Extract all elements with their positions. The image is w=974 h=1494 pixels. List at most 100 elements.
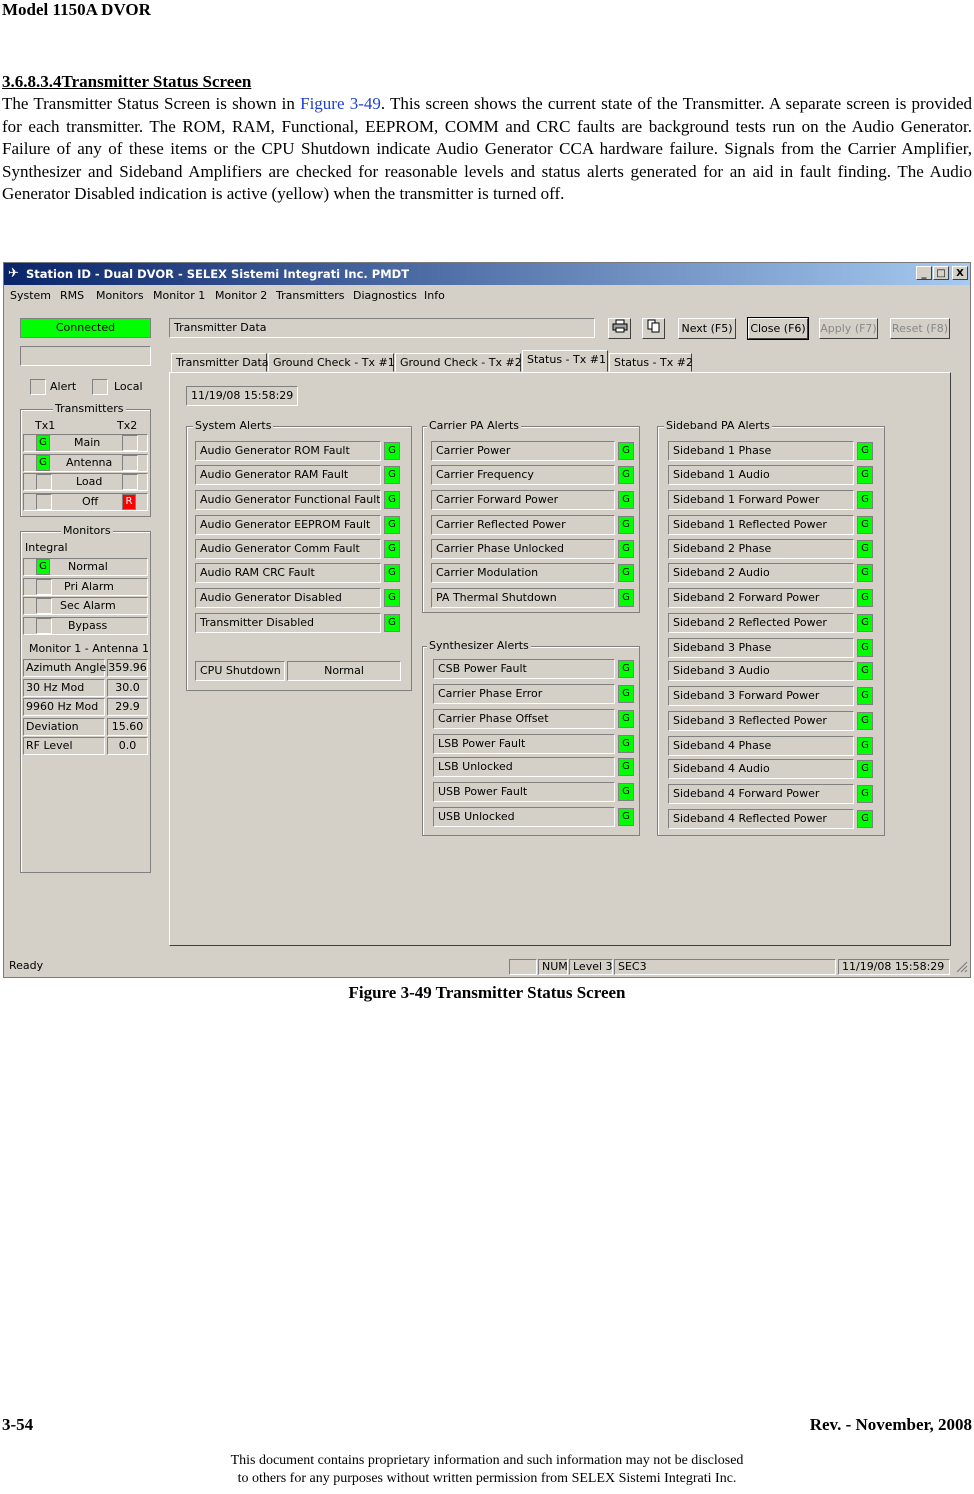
monitor-row-sec-alarm: Sec Alarm (23, 597, 148, 615)
menu-bar: System RMS Monitors Monitor 1 Monitor 2 … (4, 287, 970, 305)
alert-status-indicator: G (857, 639, 873, 657)
alert-status-indicator: G (857, 589, 873, 607)
status-tab-panel: 11/19/08 15:58:29 System Alerts Audio Ge… (169, 372, 951, 946)
alert-row: Carrier Frequency G (431, 465, 635, 485)
reading-label: Deviation (23, 718, 105, 736)
figure-caption: Figure 3-49 Transmitter Status Screen (348, 983, 626, 1002)
tab-ground-check-tx1[interactable]: Ground Check - Tx #1 (268, 353, 395, 372)
alert-row: Audio Generator Functional Fault G (195, 490, 401, 510)
monitor-row-label: Bypass (68, 619, 108, 632)
page-number: 3-54 (2, 1415, 34, 1434)
sideband-pa-alerts-group: Sideband PA Alerts Sideband 1 Phase G Sid… (657, 419, 885, 836)
menu-diagnostics[interactable]: Diagnostics (353, 289, 417, 302)
alert-label: Carrier Phase Unlocked (431, 539, 615, 559)
alert-status-indicator: G (618, 685, 634, 703)
alert-row: Sideband 2 Reflected Power G (668, 613, 874, 633)
local-checkbox[interactable] (92, 379, 108, 395)
menu-rms[interactable]: RMS (60, 289, 84, 302)
alert-row: Carrier Power G (431, 441, 635, 461)
alert-label: Sideband 2 Reflected Power (668, 613, 854, 633)
reading-label: 30 Hz Mod (23, 679, 105, 697)
alert-label: Sideband 4 Reflected Power (668, 809, 854, 829)
alert-row: Sideband 2 Forward Power G (668, 588, 874, 608)
close-window-button[interactable]: X (952, 266, 968, 280)
tx-row-antenna: G Antenna (23, 454, 148, 472)
carrier-pa-alerts-title: Carrier PA Alerts (427, 419, 521, 432)
alert-label: Sideband 4 Audio (668, 759, 854, 779)
alert-label: Sideband 1 Forward Power (668, 490, 854, 510)
alert-status-indicator: G (857, 785, 873, 803)
menu-monitors[interactable]: Monitors (96, 289, 144, 302)
alert-status-indicator: G (618, 710, 634, 728)
window-titlebar[interactable]: ✈ Station ID - Dual DVOR - SELEX Sistemi… (4, 263, 970, 285)
revision: Rev. - November, 2008 (809, 1415, 972, 1434)
alert-checkbox[interactable] (30, 379, 46, 395)
alert-row: Audio Generator RAM Fault G (195, 465, 401, 485)
resize-grip-icon[interactable] (956, 961, 968, 973)
alert-row: Sideband 4 Phase G (668, 736, 874, 756)
pri-alarm-indicator[interactable] (36, 579, 52, 595)
menu-info[interactable]: Info (424, 289, 445, 302)
alert-status-indicator: G (857, 442, 873, 460)
maximize-button[interactable]: □ (933, 266, 949, 280)
carrier-pa-alerts-group: Carrier PA Alerts Carrier Power G Carrier… (422, 419, 640, 613)
alert-row: PA Thermal Shutdown G (431, 588, 635, 608)
tx1-off-indicator[interactable] (36, 494, 52, 510)
apply-button[interactable]: Apply (F7) (819, 318, 878, 339)
reset-button[interactable]: Reset (F8) (890, 318, 950, 339)
alert-label: Audio Generator Disabled (195, 588, 381, 608)
alert-status-indicator: G (857, 662, 873, 680)
alert-status-indicator: G (384, 564, 400, 582)
alert-label: Sideband 4 Forward Power (668, 784, 854, 804)
footer-line-2: to others for any purposes without writt… (237, 1471, 737, 1486)
alert-row: Sideband 1 Forward Power G (668, 490, 874, 510)
minimize-button[interactable]: _ (916, 266, 932, 280)
menu-monitor-2[interactable]: Monitor 2 (215, 289, 267, 302)
alert-row: Audio Generator EEPROM Fault G (195, 515, 401, 535)
timestamp-field: 11/19/08 15:58:29 (186, 386, 298, 406)
tab-status-tx1[interactable]: Status - Tx #1 (522, 350, 608, 372)
copy-button[interactable] (642, 318, 665, 339)
alert-label: LSB Power Fault (433, 734, 615, 754)
tx1-antenna-indicator: G (36, 455, 50, 471)
close-button[interactable]: Close (F6) (747, 317, 809, 340)
pmdt-window: ✈ Station ID - Dual DVOR - SELEX Sistemi… (3, 262, 971, 978)
alert-row: Sideband 3 Reflected Power G (668, 711, 874, 731)
alert-label: Carrier Phase Offset (433, 709, 615, 729)
menu-monitor-1[interactable]: Monitor 1 (153, 289, 205, 302)
tx2-main-indicator[interactable] (122, 435, 138, 451)
alert-label: LSB Unlocked (433, 757, 615, 777)
transmitters-group-title: Transmitters (53, 402, 126, 415)
tab-strip: Transmitter Data Ground Check - Tx #1 Gr… (169, 350, 969, 373)
tx1-load-indicator[interactable] (36, 474, 52, 490)
status-time: 11/19/08 15:58:29 (838, 959, 950, 975)
menu-transmitters[interactable]: Transmitters (276, 289, 345, 302)
alert-label: Sideband 3 Phase (668, 638, 854, 658)
tab-ground-check-tx2[interactable]: Ground Check - Tx #2 (395, 353, 522, 372)
alert-status-indicator: G (384, 442, 400, 460)
tab-status-tx2[interactable]: Status - Tx #2 (609, 353, 693, 372)
integral-label: Integral (25, 541, 68, 554)
alert-label: Carrier Phase Error (433, 684, 615, 704)
next-button[interactable]: Next (F5) (678, 318, 736, 339)
document-header: Model 1150A DVOR (2, 0, 151, 19)
synthesizer-alerts-title: Synthesizer Alerts (427, 639, 531, 652)
alert-row: Audio Generator Disabled G (195, 588, 401, 608)
tx1-main-indicator: G (36, 435, 50, 451)
alert-label: Audio Generator EEPROM Fault (195, 515, 381, 535)
sec-alarm-indicator[interactable] (36, 598, 52, 614)
tx2-load-indicator[interactable] (122, 474, 138, 490)
print-button[interactable] (608, 318, 631, 339)
alert-status-indicator: G (618, 808, 634, 826)
menu-system[interactable]: System (10, 289, 51, 302)
bypass-indicator[interactable] (36, 618, 52, 634)
tab-transmitter-data[interactable]: Transmitter Data (171, 353, 269, 372)
alert-row: Sideband 1 Audio G (668, 465, 874, 485)
alert-status-indicator: G (857, 687, 873, 705)
alert-row: LSB Power Fault G (433, 734, 635, 754)
alert-row: Carrier Phase Error G (433, 684, 635, 704)
tx2-antenna-indicator[interactable] (122, 455, 138, 471)
figure-link[interactable]: Figure 3-49 (300, 94, 381, 113)
monitor-row-label: Normal (68, 560, 108, 573)
tx2-header: Tx2 (117, 419, 138, 432)
